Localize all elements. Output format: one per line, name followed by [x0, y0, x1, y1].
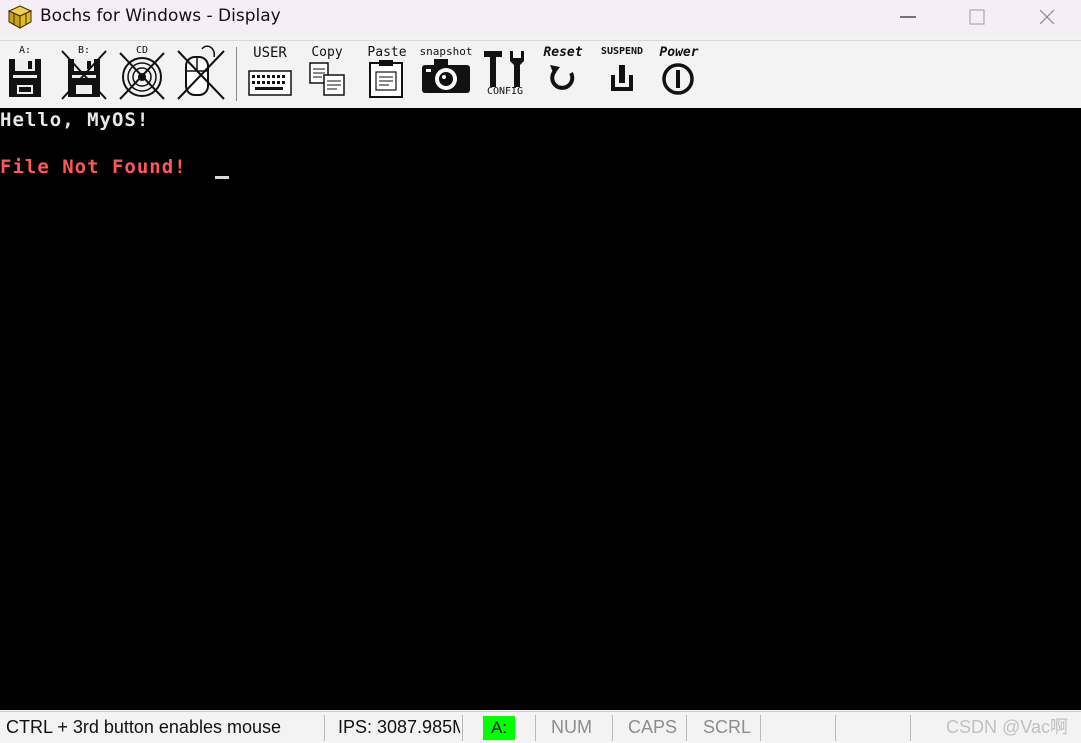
- floppy-a-button[interactable]: A:: [6, 45, 44, 101]
- floppy-b-button[interactable]: B:: [60, 45, 108, 101]
- status-separator: [835, 715, 836, 741]
- status-separator: [910, 715, 911, 741]
- ips-readout: IPS: 3087.985M: [338, 717, 460, 737]
- config-button[interactable]: CONFIG: [480, 45, 530, 101]
- text-cursor: [215, 176, 229, 179]
- status-bar: CTRL + 3rd button enables mouse IPS: 308…: [0, 711, 1081, 743]
- cdrom-button[interactable]: CD: [118, 45, 166, 101]
- minimize-button[interactable]: [873, 0, 943, 34]
- emulator-display[interactable]: Hello, MyOS! File Not Found!: [0, 108, 1081, 710]
- paste-button[interactable]: Paste: [362, 45, 412, 101]
- num-lock-indicator: NUM: [551, 717, 592, 737]
- floppy-disk-icon: [9, 59, 41, 97]
- paste-clipboard-icon: [369, 60, 403, 98]
- maximize-button[interactable]: [942, 0, 1012, 34]
- power-button[interactable]: Power: [654, 45, 704, 101]
- minimize-icon: [900, 16, 916, 18]
- status-separator: [535, 715, 536, 741]
- title-bar: Bochs for Windows - Display: [0, 0, 1081, 34]
- status-separator: [686, 715, 687, 741]
- camera-icon: [422, 59, 470, 93]
- status-separator: [612, 715, 613, 741]
- drive-a-indicator: A:: [483, 716, 515, 740]
- reset-icon: [550, 65, 575, 90]
- toolbar-separator: [236, 47, 237, 101]
- status-separator: [462, 715, 463, 741]
- mouse-disabled-icon: [177, 45, 225, 100]
- maximize-icon: [969, 9, 985, 25]
- user-button[interactable]: USER: [246, 45, 294, 101]
- status-separator: [324, 715, 325, 741]
- mouse-hint-text: CTRL + 3rd button enables mouse: [6, 717, 281, 737]
- close-icon: [1039, 9, 1055, 25]
- mouse-toggle-button[interactable]: [176, 45, 226, 101]
- keyboard-icon: [248, 70, 292, 96]
- cdrom-disabled-icon: [119, 52, 165, 100]
- reset-button[interactable]: Reset: [538, 45, 588, 101]
- window-title: Bochs for Windows - Display: [40, 6, 281, 26]
- copy-button[interactable]: Copy: [304, 45, 350, 101]
- caps-lock-indicator: CAPS: [628, 717, 678, 737]
- status-separator: [760, 715, 761, 741]
- scroll-lock-indicator: SCRL: [703, 717, 752, 737]
- toolbar: A: B: CD USER Copy Paste snapshot CONFIG…: [0, 40, 1081, 109]
- config-label: CONFIG: [486, 86, 524, 97]
- console-line-error: File Not Found!: [0, 156, 187, 178]
- snapshot-button[interactable]: snapshot: [418, 45, 474, 101]
- floppy-disk-disabled-icon: [61, 50, 107, 100]
- bochs-app-icon: [7, 5, 33, 29]
- copy-icon: [309, 62, 345, 96]
- suspend-icon: [611, 65, 633, 91]
- console-line-hello: Hello, MyOS!: [0, 109, 150, 131]
- close-button[interactable]: [1012, 0, 1081, 34]
- power-icon: [662, 63, 694, 95]
- watermark-text: CSDN @Vac啊: [946, 717, 1068, 737]
- suspend-button[interactable]: SUSPEND: [596, 45, 648, 101]
